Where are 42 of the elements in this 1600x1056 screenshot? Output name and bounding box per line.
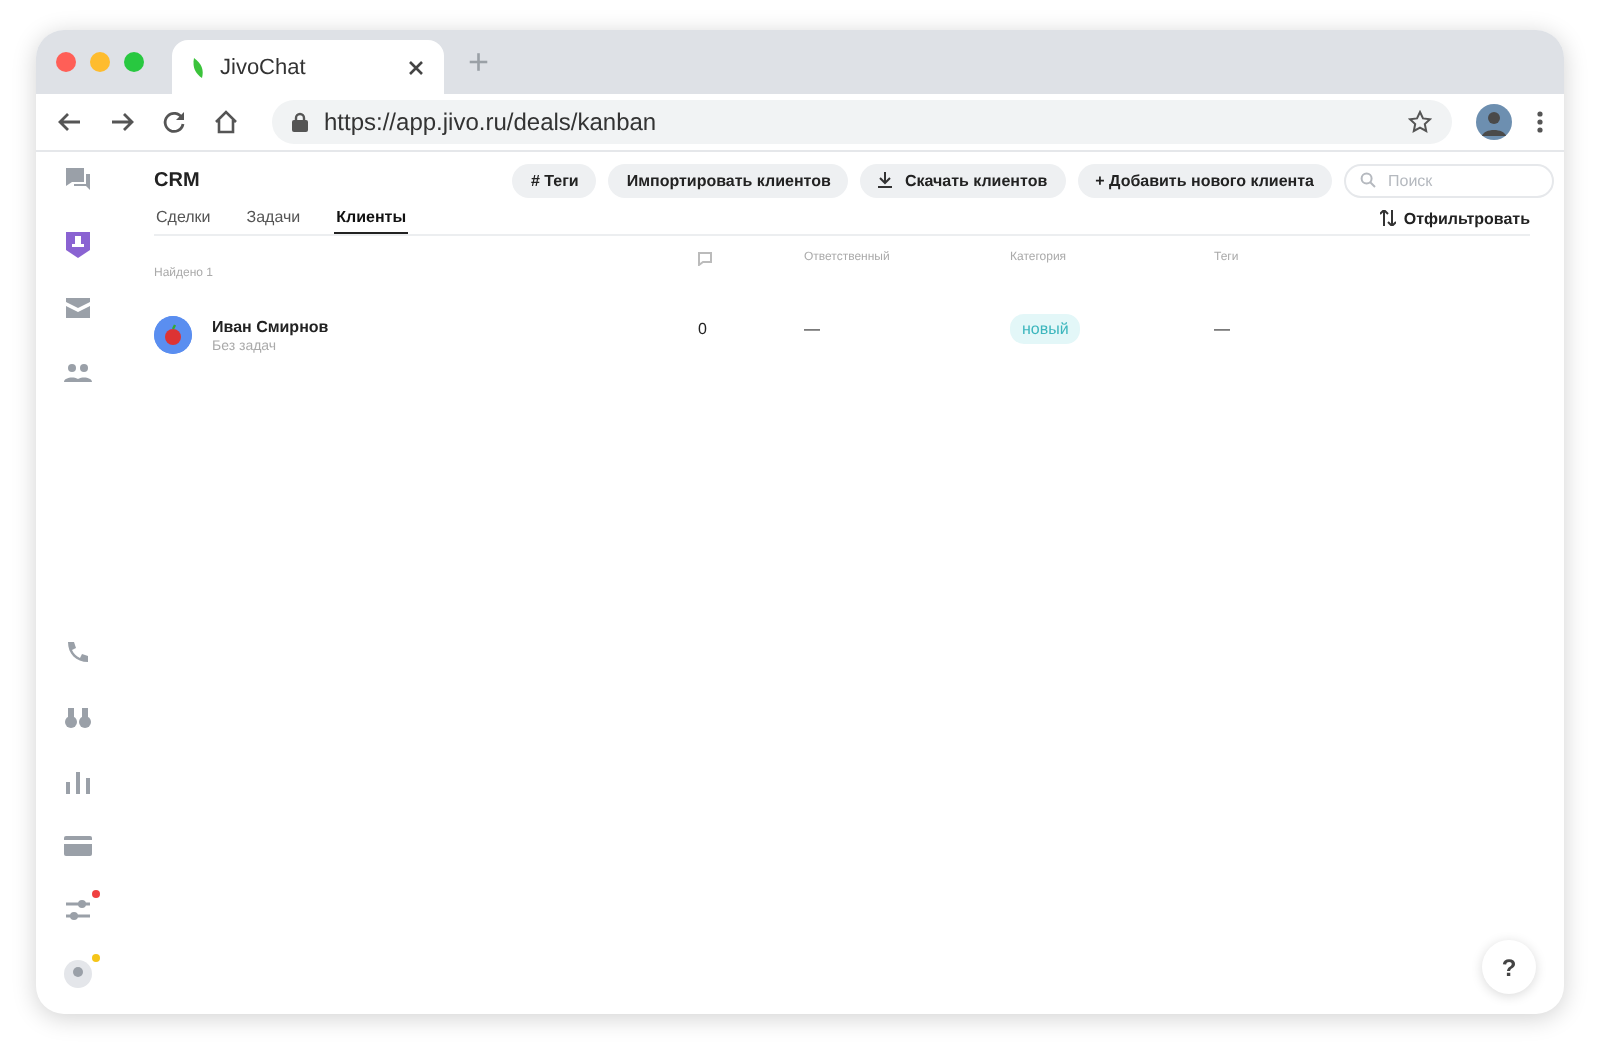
avatar-icon (154, 316, 192, 354)
table-cell-text: 0 (698, 318, 709, 342)
address-bar[interactable]: https://app.jivo.ru/deals/kanban (272, 100, 1452, 144)
comment-icon (698, 252, 712, 266)
crm-icon[interactable] (62, 228, 94, 260)
filter-icon (1379, 210, 1396, 226)
maximize-window-button[interactable] (124, 52, 144, 72)
reload-icon[interactable] (160, 108, 188, 136)
forward-icon[interactable] (108, 108, 136, 136)
mail-icon[interactable] (62, 292, 94, 324)
download-icon (878, 172, 893, 188)
tab[interactable]: Клиенты (334, 208, 409, 234)
lock-icon (292, 112, 308, 132)
profile-avatar-icon[interactable] (1476, 104, 1512, 140)
table-cell-text: — (804, 318, 822, 342)
star-icon[interactable] (1408, 110, 1432, 134)
leaf-icon (192, 57, 204, 77)
profile-icon[interactable] (62, 958, 94, 990)
chart-icon[interactable] (62, 766, 94, 798)
settings-icon[interactable] (62, 894, 94, 926)
search-icon (1360, 172, 1376, 188)
toolbar-button[interactable]: + Добавить нового клиента (1077, 163, 1332, 197)
search-field[interactable]: Поиск (1344, 163, 1554, 197)
toolbar-button[interactable]: Импортировать клиентов (608, 163, 849, 197)
close-window-button[interactable] (56, 52, 76, 72)
category-tag: новый (1010, 314, 1081, 344)
home-icon[interactable] (212, 108, 240, 136)
filter-button[interactable]: Отфильтровать (1379, 201, 1530, 235)
browser-tab[interactable]: JivoChat (172, 40, 444, 94)
client-name[interactable]: Иван Смирнов (212, 317, 329, 335)
card-icon[interactable] (62, 830, 94, 862)
menu-icon[interactable] (1536, 110, 1544, 134)
tab[interactable]: Задачи (244, 208, 303, 234)
page-title: CRM (154, 169, 202, 191)
help-button[interactable]: ? (1482, 940, 1536, 994)
tab[interactable]: Сделки (154, 208, 213, 234)
back-icon[interactable] (56, 108, 84, 136)
binoculars-icon[interactable] (62, 702, 94, 734)
toolbar-button[interactable]: Скачать клиентов (860, 163, 1066, 197)
table-cell-text: — (1214, 318, 1232, 342)
close-icon[interactable] (408, 59, 424, 75)
toolbar-button[interactable]: # Теги (512, 163, 597, 197)
